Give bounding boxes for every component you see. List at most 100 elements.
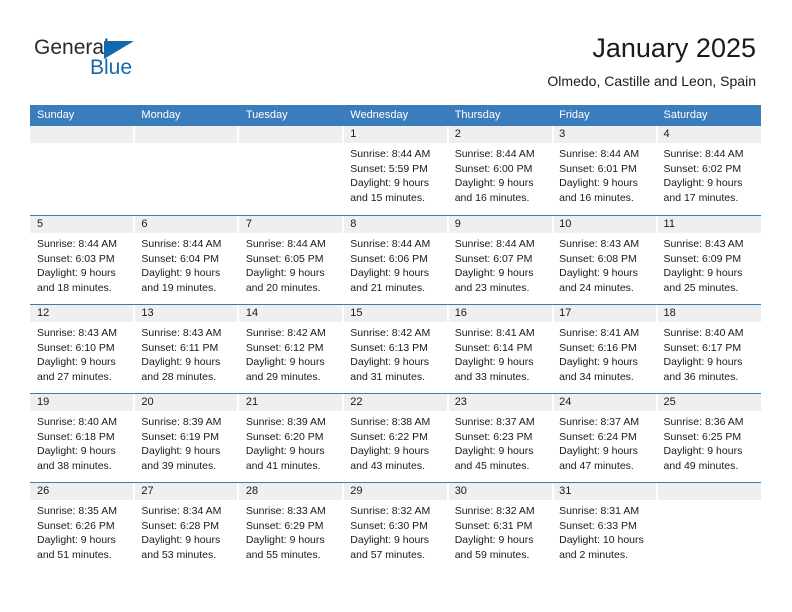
day-detail-line: Sunrise: 8:43 AM <box>559 238 640 250</box>
day-of-week-header-friday: Friday <box>559 109 590 121</box>
calendar-day-cell[interactable]: 19 Sunrise: 8:40 AM Sunset: 6:18 PM Dayligh… <box>30 394 134 483</box>
day-detail-lines: Sunrise: 8:44 AM Sunset: 6:01 PM Daylight:… <box>559 147 650 205</box>
day-detail-line: Sunrise: 8:35 AM <box>37 505 117 517</box>
day-detail-lines: Sunrise: 8:44 AM Sunset: 6:06 PM Daylight:… <box>350 237 441 295</box>
day-detail-line: Daylight: 9 hours <box>350 445 430 457</box>
day-detail-line: Sunrise: 8:39 AM <box>141 416 222 428</box>
day-number: 29 <box>350 485 363 497</box>
calendar-day-cell[interactable]: 6 Sunrise: 8:44 AM Sunset: 6:04 PM Daylight… <box>134 216 238 305</box>
day-number: 2 <box>454 128 461 140</box>
day-detail-lines: Sunrise: 8:44 AM Sunset: 6:00 PM Daylight:… <box>455 147 546 205</box>
day-detail-lines: Sunrise: 8:37 AM Sunset: 6:23 PM Daylight:… <box>455 415 546 473</box>
general-blue-logo[interactable]: General Blue <box>34 36 194 82</box>
calendar-day-cell[interactable]: 4 Sunrise: 8:44 AM Sunset: 6:02 PM Daylight… <box>657 126 761 215</box>
day-detail-line: Sunrise: 8:44 AM <box>454 238 535 250</box>
calendar-day-cell[interactable]: 25 Sunrise: 8:36 AM Sunset: 6:25 PM Dayligh… <box>657 394 761 483</box>
day-detail-line: Daylight: 9 hours <box>350 534 430 546</box>
day-detail-line: Sunset: 6:02 PM <box>663 162 742 175</box>
day-detail-lines: Sunrise: 8:44 AM Sunset: 6:07 PM Daylight:… <box>455 237 546 295</box>
calendar-week-cells: 26 Sunrise: 8:35 AM Sunset: 6:26 PM Dayligh… <box>30 483 761 572</box>
day-detail-line: Daylight: 9 hours <box>559 356 638 368</box>
day-detail-line: Daylight: 9 hours <box>454 534 534 546</box>
day-detail-line: Sunset: 6:09 PM <box>663 252 742 265</box>
day-detail-lines: Sunrise: 8:32 AM Sunset: 6:31 PM Daylight:… <box>455 504 546 562</box>
calendar-day-cell[interactable]: 23 Sunrise: 8:37 AM Sunset: 6:23 PM Dayligh… <box>448 394 552 483</box>
day-number: 3 <box>559 128 566 140</box>
day-detail-line: Daylight: 9 hours <box>141 445 221 457</box>
calendar-day-cell[interactable]: 27 Sunrise: 8:34 AM Sunset: 6:28 PM Dayligh… <box>134 483 238 572</box>
day-detail-line: Sunset: 6:12 PM <box>245 341 324 354</box>
calendar-week-cells: 5 Sunrise: 8:44 AM Sunset: 6:03 PM Daylight… <box>30 216 761 305</box>
day-detail-line: and 15 minutes. <box>350 191 425 204</box>
day-detail-line: Sunrise: 8:43 AM <box>663 238 744 250</box>
calendar-day-cell[interactable]: 5 Sunrise: 8:44 AM Sunset: 6:03 PM Daylight… <box>30 216 134 305</box>
logo-text-blue: Blue <box>90 56 133 79</box>
day-detail-line: and 47 minutes. <box>559 459 634 472</box>
calendar-day-cell[interactable]: 22 Sunrise: 8:38 AM Sunset: 6:22 PM Dayligh… <box>343 394 447 483</box>
calendar-day-cell[interactable]: 8 Sunrise: 8:44 AM Sunset: 6:06 PM Daylight… <box>343 216 447 305</box>
day-detail-line: and 49 minutes. <box>663 459 739 472</box>
calendar-day-cell[interactable]: 16 Sunrise: 8:41 AM Sunset: 6:14 PM Dayligh… <box>448 305 552 394</box>
calendar-day-cell[interactable]: 2 Sunrise: 8:44 AM Sunset: 6:00 PM Daylight… <box>448 126 552 215</box>
day-detail-line: Sunrise: 8:41 AM <box>454 327 535 339</box>
day-detail-line: Sunrise: 8:44 AM <box>663 148 744 160</box>
day-detail-lines: Sunrise: 8:39 AM Sunset: 6:20 PM Daylight:… <box>246 415 337 473</box>
calendar-day-cell[interactable]: 1 Sunrise: 8:44 AM Sunset: 5:59 PM Daylight… <box>343 126 447 215</box>
calendar-day-cell[interactable]: 26 Sunrise: 8:35 AM Sunset: 6:26 PM Dayligh… <box>30 483 134 572</box>
day-detail-line: Sunrise: 8:37 AM <box>454 416 535 428</box>
calendar-day-cell[interactable]: 21 Sunrise: 8:39 AM Sunset: 6:20 PM Dayligh… <box>239 394 343 483</box>
calendar-day-cell[interactable]: 17 Sunrise: 8:41 AM Sunset: 6:16 PM Dayligh… <box>552 305 656 394</box>
calendar-day-cell[interactable]: 11 Sunrise: 8:43 AM Sunset: 6:09 PM Dayligh… <box>657 216 761 305</box>
day-detail-line: Daylight: 9 hours <box>663 356 743 368</box>
day-number: 24 <box>559 396 572 408</box>
calendar-day-cell[interactable]: 29 Sunrise: 8:32 AM Sunset: 6:30 PM Dayligh… <box>343 483 447 572</box>
day-number: 1 <box>350 128 357 140</box>
day-detail-lines: Sunrise: 8:40 AM Sunset: 6:17 PM Daylight:… <box>664 326 755 384</box>
calendar-day-cell[interactable]: 14 Sunrise: 8:42 AM Sunset: 6:12 PM Dayligh… <box>239 305 343 394</box>
day-detail-line: Sunset: 6:08 PM <box>559 252 637 265</box>
calendar-day-cell[interactable]: 10 Sunrise: 8:43 AM Sunset: 6:08 PM Dayligh… <box>552 216 656 305</box>
day-detail-line: Sunrise: 8:38 AM <box>350 416 431 428</box>
day-detail-line: Daylight: 9 hours <box>454 445 534 457</box>
day-detail-line: Sunset: 6:24 PM <box>559 430 637 443</box>
title-block: January 2025 Olmedo, Castille and Leon, … <box>547 32 756 90</box>
day-detail-line: and 51 minutes. <box>37 548 112 561</box>
day-detail-line: Sunset: 6:19 PM <box>141 430 220 443</box>
calendar-week-row: 26 Sunrise: 8:35 AM Sunset: 6:26 PM Dayligh… <box>30 482 761 571</box>
calendar-day-cell[interactable]: 12 Sunrise: 8:43 AM Sunset: 6:10 PM Dayligh… <box>30 305 134 394</box>
day-number: 11 <box>663 218 675 230</box>
calendar-day-cell[interactable]: 30 Sunrise: 8:32 AM Sunset: 6:31 PM Dayligh… <box>448 483 552 572</box>
calendar-day-cell[interactable]: 13 Sunrise: 8:43 AM Sunset: 6:11 PM Dayligh… <box>134 305 238 394</box>
day-detail-line: Sunset: 6:26 PM <box>37 519 115 532</box>
calendar-day-cell-empty <box>134 126 238 215</box>
day-detail-lines: Sunrise: 8:32 AM Sunset: 6:30 PM Daylight:… <box>350 504 441 562</box>
day-detail-line: Sunset: 6:31 PM <box>454 519 533 532</box>
day-detail-line: Sunrise: 8:44 AM <box>350 148 431 160</box>
day-detail-lines: Sunrise: 8:37 AM Sunset: 6:24 PM Daylight:… <box>559 415 650 473</box>
calendar-day-cell[interactable]: 20 Sunrise: 8:39 AM Sunset: 6:19 PM Dayligh… <box>134 394 238 483</box>
day-detail-lines: Sunrise: 8:44 AM Sunset: 6:02 PM Daylight:… <box>664 147 755 205</box>
calendar-day-cell[interactable]: 7 Sunrise: 8:44 AM Sunset: 6:05 PM Daylight… <box>239 216 343 305</box>
calendar-day-cell[interactable]: 15 Sunrise: 8:42 AM Sunset: 6:13 PM Dayligh… <box>343 305 447 394</box>
calendar-week-cells: 19 Sunrise: 8:40 AM Sunset: 6:18 PM Dayligh… <box>30 394 761 483</box>
day-detail-line: and 33 minutes. <box>454 370 530 383</box>
calendar-day-cell[interactable]: 28 Sunrise: 8:33 AM Sunset: 6:29 PM Dayligh… <box>239 483 343 572</box>
calendar-day-cell[interactable]: 3 Sunrise: 8:44 AM Sunset: 6:01 PM Daylight… <box>552 126 656 215</box>
calendar-week-row: 12 Sunrise: 8:43 AM Sunset: 6:10 PM Dayligh… <box>30 304 761 393</box>
calendar-day-cell[interactable]: 18 Sunrise: 8:40 AM Sunset: 6:17 PM Dayligh… <box>657 305 761 394</box>
day-number: 6 <box>141 218 148 230</box>
day-number: 25 <box>663 396 676 408</box>
day-detail-line: Daylight: 9 hours <box>37 445 116 457</box>
day-of-week-header-thursday: Thursday <box>454 109 501 121</box>
day-detail-line: Daylight: 9 hours <box>350 356 430 368</box>
day-detail-line: Sunset: 6:06 PM <box>350 252 428 265</box>
day-detail-line: and 41 minutes. <box>245 459 321 472</box>
calendar-day-cell[interactable]: 9 Sunrise: 8:44 AM Sunset: 6:07 PM Daylight… <box>448 216 552 305</box>
calendar-day-cell[interactable]: 24 Sunrise: 8:37 AM Sunset: 6:24 PM Dayligh… <box>552 394 656 483</box>
day-detail-lines: Sunrise: 8:43 AM Sunset: 6:10 PM Daylight:… <box>37 326 128 384</box>
day-detail-line: Sunrise: 8:33 AM <box>245 505 326 517</box>
calendar-day-cell[interactable]: 31 Sunrise: 8:31 AM Sunset: 6:33 PM Dayligh… <box>552 483 656 572</box>
day-detail-line: Daylight: 9 hours <box>141 267 221 279</box>
day-detail-lines: Sunrise: 8:38 AM Sunset: 6:22 PM Daylight:… <box>350 415 441 473</box>
day-number <box>37 126 128 143</box>
